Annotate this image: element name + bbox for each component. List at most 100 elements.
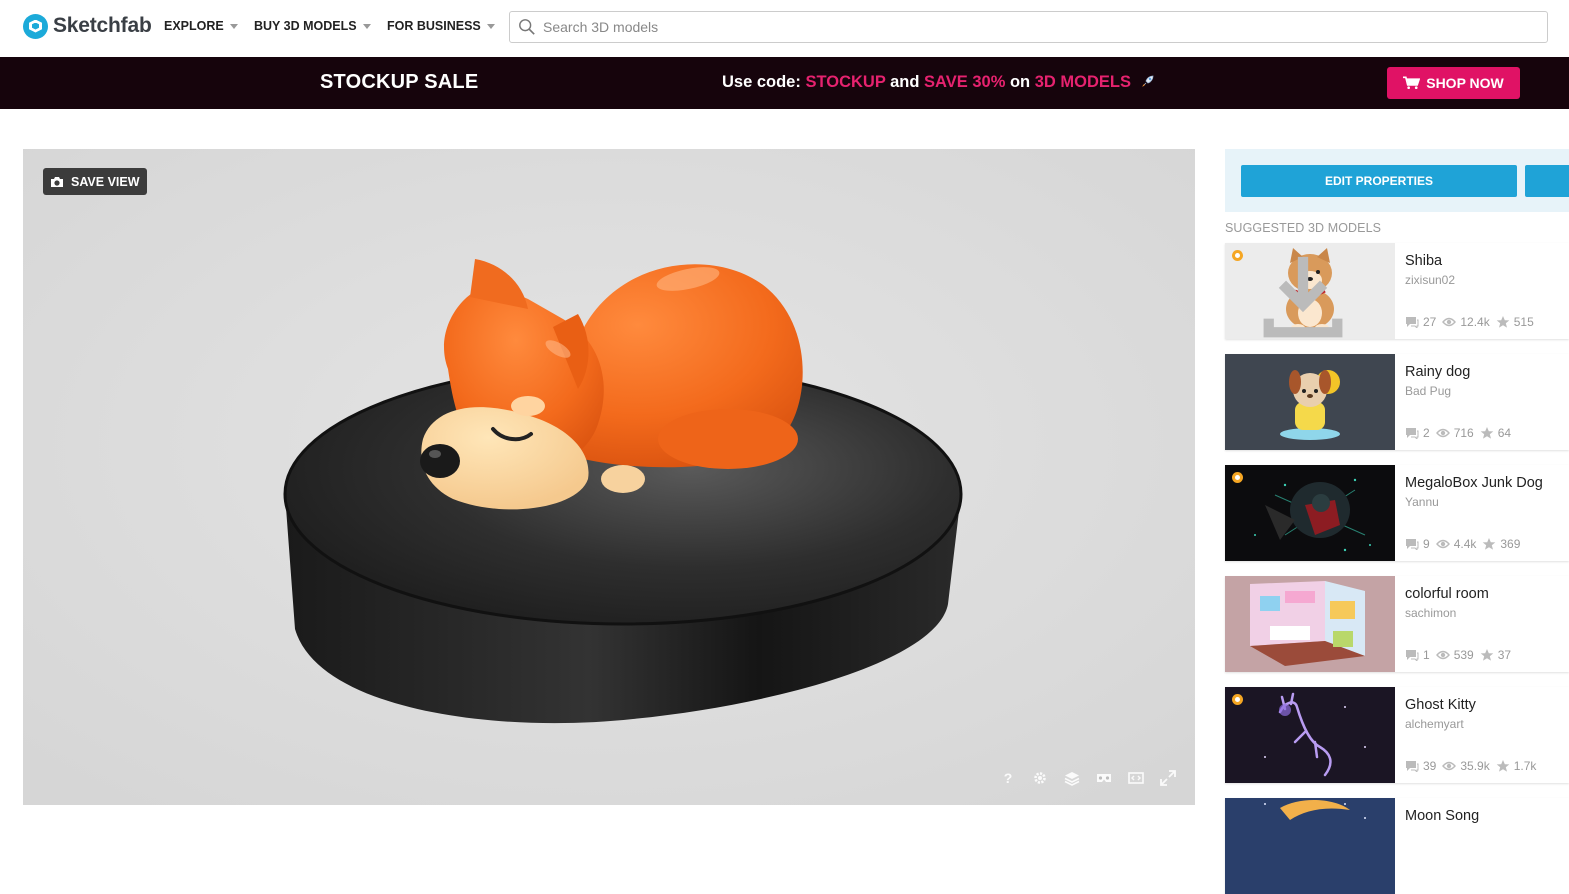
promo-text-2: and [885, 73, 925, 91]
promo-text-1: Use code: [722, 73, 806, 91]
model-author[interactable]: Bad Pug [1405, 384, 1451, 398]
star-icon [1480, 649, 1494, 661]
model-author[interactable]: sachimon [1405, 606, 1456, 620]
suggested-model-card[interactable]: Ghost Kitty alchemyart 39 35.9k 1.7k [1225, 687, 1569, 783]
model-stats: 39 35.9k 1.7k [1405, 759, 1542, 773]
download-icon[interactable] [1225, 250, 1388, 339]
eye-icon [1435, 650, 1450, 660]
comment-count: 9 [1405, 537, 1430, 551]
model-stats: 9 4.4k 369 [1405, 537, 1526, 551]
edit-properties-label: EDIT PROPERTIES [1324, 174, 1434, 188]
eye-icon [1442, 761, 1457, 771]
settings-icon[interactable] [1031, 769, 1049, 787]
chevron-down-icon [486, 23, 495, 29]
model-thumbnail[interactable] [1225, 465, 1395, 561]
comment-count: 1 [1405, 648, 1430, 662]
promo-category: 3D MODELS [1034, 73, 1131, 91]
model-author[interactable]: Yannu [1405, 495, 1439, 509]
promo-discount: SAVE 30% [924, 73, 1006, 91]
model-name[interactable]: colorful room [1405, 586, 1489, 602]
model-thumbnail[interactable] [1225, 687, 1395, 783]
model-name[interactable]: MegaloBox Junk Dog [1405, 475, 1543, 491]
comment-count: 27 [1405, 315, 1436, 329]
nav-explore[interactable]: EXPLORE [164, 19, 238, 33]
suggested-model-card[interactable]: Rainy dog Bad Pug 2 716 64 [1225, 354, 1569, 450]
suggested-model-card[interactable]: Shiba zixisun02 27 12.4k 515 [1225, 243, 1569, 339]
star-icon [1496, 316, 1510, 328]
model-name[interactable]: Moon Song [1405, 808, 1479, 824]
secondary-action-button[interactable] [1525, 165, 1569, 197]
view-count: 12.4k [1442, 315, 1490, 329]
search-box[interactable] [509, 11, 1548, 43]
model-name[interactable]: Rainy dog [1405, 364, 1470, 380]
brand-name: Sketchfab [53, 14, 152, 37]
view-count: 716 [1435, 426, 1474, 440]
model-thumbnail[interactable] [1225, 576, 1395, 672]
edit-properties-button[interactable]: EDIT PROPERTIES [1241, 165, 1517, 197]
model-author[interactable]: alchemyart [1405, 717, 1464, 731]
model-stats: 2 716 64 [1405, 426, 1517, 440]
shop-now-button[interactable]: SHOP NOW [1387, 67, 1520, 99]
model-viewer[interactable]: SAVE VIEW ? [23, 149, 1195, 805]
search-input[interactable] [543, 19, 1521, 35]
view-count: 35.9k [1442, 759, 1490, 773]
promo-text-3: on [1005, 73, 1035, 91]
chevron-down-icon [362, 23, 371, 29]
view-count: 4.4k [1435, 537, 1476, 551]
vr-icon[interactable] [1095, 769, 1113, 787]
help-label: ? [1003, 770, 1013, 786]
star-icon [1480, 427, 1494, 439]
camera-icon [51, 176, 63, 187]
promo-banner: STOCKUP SALE Use code: STOCKUP and SAVE … [0, 57, 1569, 109]
comment-icon [1406, 428, 1419, 439]
model-name[interactable]: Ghost Kitty [1405, 697, 1476, 713]
model-thumbnail[interactable] [1225, 243, 1395, 339]
model-stats: 1 539 37 [1405, 648, 1517, 662]
comment-count: 2 [1405, 426, 1430, 440]
fullscreen-icon[interactable] [1159, 769, 1177, 787]
owner-actions: EDIT PROPERTIES [1225, 149, 1569, 212]
top-navbar: Sketchfab EXPLORE BUY 3D MODELS FOR BUSI… [0, 0, 1569, 57]
save-view-label: SAVE VIEW [71, 174, 140, 189]
nav-buy-label: BUY 3D MODELS [254, 19, 357, 33]
model-thumbnail[interactable] [1225, 354, 1395, 450]
star-icon [1496, 760, 1510, 772]
sketchfab-logo-icon [23, 13, 48, 39]
eye-icon [1435, 428, 1450, 438]
suggested-model-card[interactable]: MegaloBox Junk Dog Yannu 9 4.4k 369 [1225, 465, 1569, 561]
view-count: 539 [1435, 648, 1474, 662]
like-count: 64 [1480, 426, 1511, 440]
suggested-models-title: SUGGESTED 3D MODELS [1225, 221, 1382, 235]
nav-for-business[interactable]: FOR BUSINESS [387, 19, 495, 33]
like-count: 1.7k [1496, 759, 1536, 773]
model-thumbnail[interactable] [1225, 798, 1395, 894]
suggested-model-card[interactable]: Moon Song [1225, 798, 1569, 894]
shop-now-label: SHOP NOW [1426, 75, 1504, 91]
comment-icon [1406, 539, 1419, 550]
nav-explore-label: EXPLORE [164, 19, 224, 33]
cart-icon [1403, 76, 1421, 90]
sketchfab-logo[interactable]: Sketchfab [23, 13, 152, 39]
suggested-model-card[interactable]: colorful room sachimon 1 539 37 [1225, 576, 1569, 672]
star-icon [1483, 538, 1496, 550]
3d-scene[interactable] [23, 149, 1195, 805]
save-view-button[interactable]: SAVE VIEW [43, 168, 147, 195]
like-count: 515 [1496, 315, 1534, 329]
chevron-down-icon [229, 23, 238, 29]
eye-icon [1435, 539, 1450, 549]
rocket-icon [1141, 75, 1153, 87]
eye-icon [1442, 317, 1457, 327]
comment-icon [1406, 650, 1419, 661]
model-author[interactable]: zixisun02 [1405, 273, 1455, 287]
layers-icon[interactable] [1063, 769, 1081, 787]
search-icon [519, 19, 535, 35]
comment-count: 39 [1405, 759, 1436, 773]
help-icon[interactable]: ? [999, 769, 1017, 787]
promo-title: STOCKUP SALE [320, 71, 479, 93]
like-count: 369 [1482, 537, 1520, 551]
nav-buy-3d-models[interactable]: BUY 3D MODELS [254, 19, 371, 33]
model-name[interactable]: Shiba [1405, 253, 1442, 269]
embed-icon[interactable] [1127, 769, 1145, 787]
comment-icon [1406, 761, 1419, 772]
staff-pick-icon [1232, 694, 1243, 705]
